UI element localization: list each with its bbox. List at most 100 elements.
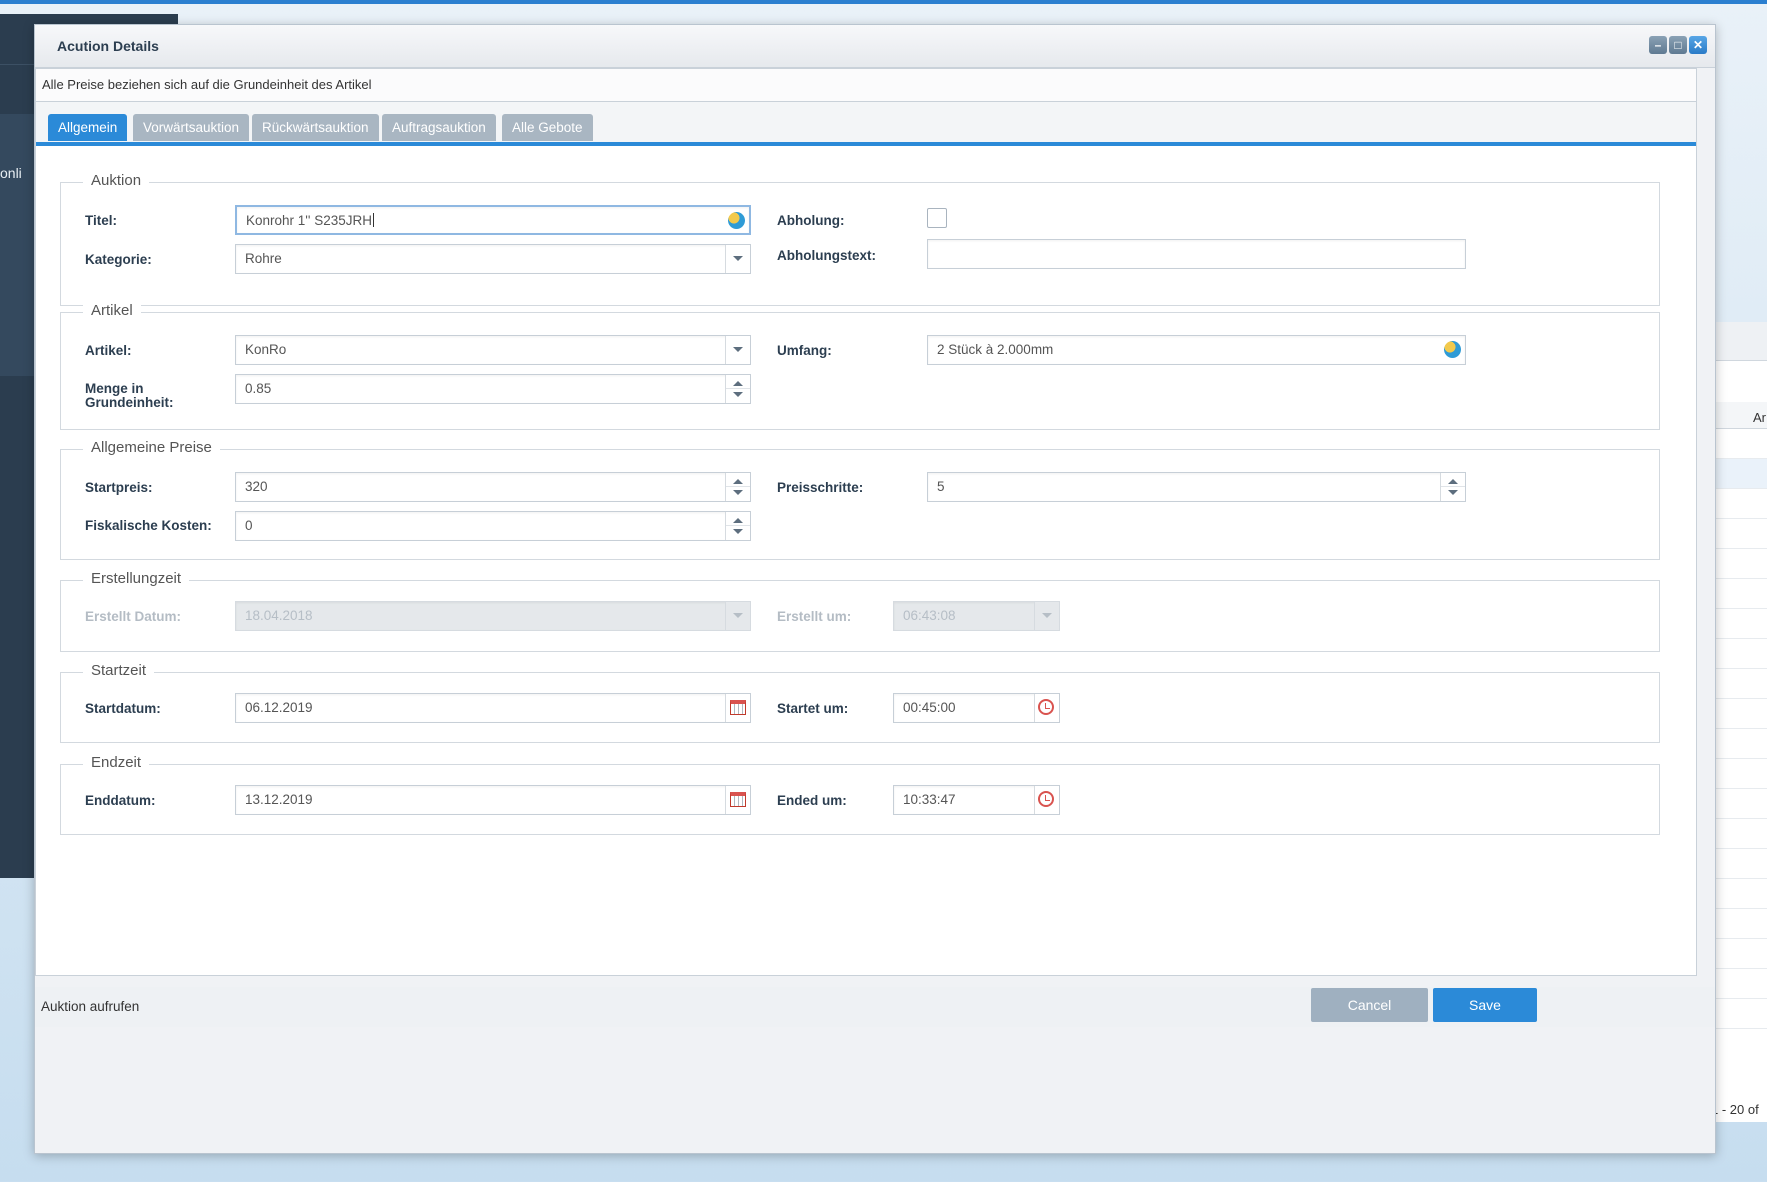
date-picker-trigger[interactable] bbox=[725, 786, 750, 814]
tab-vorwaertsauktion[interactable]: Vorwärtsauktion bbox=[133, 114, 250, 141]
erstellt-datum-field: 18.04.2018 bbox=[235, 601, 751, 631]
erstellt-um-value: 06:43:08 bbox=[903, 608, 956, 623]
titel-value: Konrohr 1'' S235JRH bbox=[246, 213, 372, 228]
chevron-down-icon bbox=[733, 256, 743, 261]
erstellt-datum-label: Erstellt Datum: bbox=[85, 609, 182, 624]
spinner[interactable] bbox=[725, 375, 750, 403]
date-picker-trigger[interactable] bbox=[725, 694, 750, 722]
fieldset-erstellungzeit: Erstellungzeit Erstellt Datum: 18.04.201… bbox=[60, 570, 1660, 652]
enddatum-label: Enddatum: bbox=[85, 793, 156, 808]
save-button[interactable]: Save bbox=[1433, 988, 1537, 1022]
calendar-icon bbox=[730, 792, 746, 807]
artikel-label: Artikel: bbox=[85, 343, 132, 358]
abholungstext-input[interactable] bbox=[927, 239, 1466, 269]
abholungstext-label: Abholungstext: bbox=[777, 248, 876, 263]
menge-number-field[interactable]: 0.85 bbox=[235, 374, 751, 404]
fiskal-value: 0 bbox=[245, 518, 253, 533]
preisschritte-number-field[interactable]: 5 bbox=[927, 472, 1466, 502]
preisschritte-value: 5 bbox=[937, 479, 945, 494]
window-footer: Auktion aufrufen Cancel Save bbox=[35, 987, 1715, 1027]
spinner-up-icon[interactable] bbox=[733, 518, 743, 523]
calendar-icon bbox=[730, 700, 746, 715]
artikel-value: KonRo bbox=[245, 342, 287, 357]
startdatum-date-field[interactable]: 06.12.2019 bbox=[235, 693, 751, 723]
spinner[interactable] bbox=[725, 473, 750, 501]
fieldset-auktion: Auktion Titel: Konrohr 1'' S235JRH Kateg… bbox=[60, 172, 1660, 306]
close-icon[interactable]: ✕ bbox=[1689, 36, 1707, 54]
kategorie-label: Kategorie: bbox=[85, 252, 152, 267]
tab-rueckwaertsauktion[interactable]: Rückwärtsauktion bbox=[252, 114, 379, 141]
globe-icon[interactable] bbox=[1444, 341, 1461, 358]
umfang-label: Umfang: bbox=[777, 343, 832, 358]
startdatum-value: 06.12.2019 bbox=[245, 700, 313, 715]
dropdown-trigger bbox=[1034, 602, 1059, 630]
startet-um-time-field[interactable]: 00:45:00 bbox=[893, 693, 1060, 723]
startpreis-number-field[interactable]: 320 bbox=[235, 472, 751, 502]
fieldset-endzeit: Endzeit Enddatum: 13.12.2019 Ended um: 1… bbox=[60, 754, 1660, 835]
enddatum-value: 13.12.2019 bbox=[245, 792, 313, 807]
menge-label: Menge in Grundeinheit: bbox=[85, 382, 174, 410]
umfang-value: 2 Stück à 2.000mm bbox=[937, 342, 1054, 357]
spinner[interactable] bbox=[725, 512, 750, 540]
tab-bar: Allgemein Vorwärtsauktion Rückwärtsaukti… bbox=[36, 102, 1696, 146]
artikel-select[interactable]: KonRo bbox=[235, 335, 751, 365]
abholung-checkbox[interactable] bbox=[927, 208, 947, 228]
spinner-down-icon[interactable] bbox=[733, 392, 743, 397]
tab-alle-gebote[interactable]: Alle Gebote bbox=[502, 114, 593, 141]
time-picker-trigger[interactable] bbox=[1034, 786, 1059, 814]
time-picker-trigger[interactable] bbox=[1034, 694, 1059, 722]
spinner-up-icon[interactable] bbox=[1448, 479, 1458, 484]
kategorie-value: Rohre bbox=[245, 251, 282, 266]
background-sidebar-text: onli bbox=[0, 165, 22, 181]
chevron-down-icon bbox=[733, 347, 743, 352]
cancel-button[interactable]: Cancel bbox=[1311, 988, 1428, 1022]
info-text: Alle Preise beziehen sich auf die Grunde… bbox=[42, 77, 372, 92]
spinner-up-icon[interactable] bbox=[733, 381, 743, 386]
startpreis-value: 320 bbox=[245, 479, 268, 494]
spinner-down-icon[interactable] bbox=[733, 529, 743, 534]
tab-allgemein[interactable]: Allgemein bbox=[48, 114, 128, 141]
chevron-down-icon bbox=[733, 613, 743, 618]
menge-value: 0.85 bbox=[245, 381, 272, 396]
startdatum-label: Startdatum: bbox=[85, 701, 161, 716]
menge-label-line-1: Menge in bbox=[85, 381, 144, 396]
fieldset-legend: Startzeit bbox=[83, 662, 155, 679]
fieldset-legend: Auktion bbox=[83, 172, 150, 189]
dropdown-trigger bbox=[725, 602, 750, 630]
ended-um-label: Ended um: bbox=[777, 793, 847, 808]
fieldset-legend: Allgemeine Preise bbox=[83, 439, 220, 456]
minimize-icon[interactable]: – bbox=[1649, 36, 1667, 54]
spinner[interactable] bbox=[1440, 473, 1465, 501]
fiskal-number-field[interactable]: 0 bbox=[235, 511, 751, 541]
fiskal-label: Fiskalische Kosten: bbox=[85, 518, 212, 533]
titel-input[interactable]: Konrohr 1'' S235JRH bbox=[235, 205, 751, 235]
erstellt-datum-value: 18.04.2018 bbox=[245, 608, 313, 623]
maximize-icon[interactable]: □ bbox=[1669, 36, 1687, 54]
ended-um-time-field[interactable]: 10:33:47 bbox=[893, 785, 1060, 815]
globe-icon[interactable] bbox=[728, 212, 745, 229]
fieldset-legend: Artikel bbox=[83, 302, 141, 319]
preisschritte-label: Preisschritte: bbox=[777, 480, 864, 495]
dropdown-trigger[interactable] bbox=[725, 245, 750, 273]
startet-um-value: 00:45:00 bbox=[903, 700, 956, 715]
titel-label: Titel: bbox=[85, 213, 118, 228]
chevron-down-icon bbox=[1042, 613, 1052, 618]
ended-um-value: 10:33:47 bbox=[903, 792, 956, 807]
kategorie-select[interactable]: Rohre bbox=[235, 244, 751, 274]
top-accent-bar bbox=[0, 0, 1767, 4]
umfang-input[interactable]: 2 Stück à 2.000mm bbox=[927, 335, 1466, 365]
tab-auftragsauktion[interactable]: Auftragsauktion bbox=[382, 114, 496, 141]
spinner-down-icon[interactable] bbox=[1448, 490, 1458, 495]
window-header[interactable]: Acution Details – □ ✕ bbox=[35, 25, 1715, 68]
menge-label-line-2: Grundeinheit: bbox=[85, 395, 174, 410]
dropdown-trigger[interactable] bbox=[725, 336, 750, 364]
spinner-down-icon[interactable] bbox=[733, 490, 743, 495]
spinner-up-icon[interactable] bbox=[733, 479, 743, 484]
fieldset-legend: Erstellungzeit bbox=[83, 570, 190, 587]
startpreis-label: Startpreis: bbox=[85, 480, 153, 495]
fieldset-artikel: Artikel Artikel: KonRo Menge in Grundein… bbox=[60, 302, 1660, 430]
startet-um-label: Startet um: bbox=[777, 701, 849, 716]
status-text: Auktion aufrufen bbox=[41, 999, 140, 1014]
enddatum-date-field[interactable]: 13.12.2019 bbox=[235, 785, 751, 815]
fieldset-allgemeine-preise: Allgemeine Preise Startpreis: 320 Fiskal… bbox=[60, 439, 1660, 560]
